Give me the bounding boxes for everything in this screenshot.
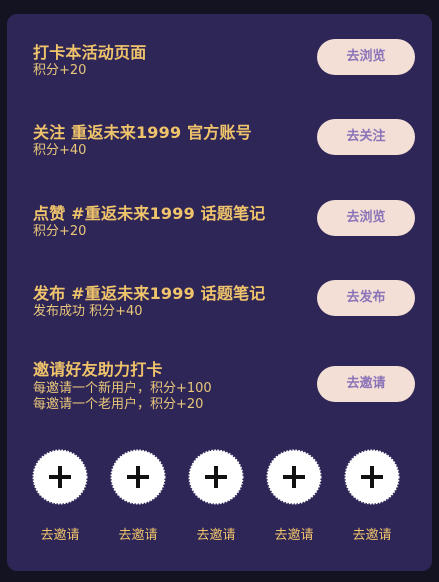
task-reward-new-user: 每邀请一个新用户，积分+100 xyxy=(33,381,212,396)
task-title: 点赞 #重返未来1999 话题笔记 xyxy=(33,204,266,223)
invite-slot[interactable]: 去邀请 xyxy=(108,449,168,543)
task-reward: 积分+40 xyxy=(33,143,87,158)
plus-icon[interactable] xyxy=(110,449,166,505)
plus-icon[interactable] xyxy=(344,449,400,505)
task-reward: 积分+20 xyxy=(33,224,87,239)
invite-slot[interactable]: 去邀请 xyxy=(264,449,324,543)
invite-slot-label: 去邀请 xyxy=(40,528,80,543)
invite-slot-label: 去邀请 xyxy=(196,528,236,543)
invite-slot[interactable]: 去邀请 xyxy=(186,449,246,543)
plus-icon[interactable] xyxy=(266,449,322,505)
task-title: 打卡本活动页面 xyxy=(33,43,147,62)
invite-slot-label: 去邀请 xyxy=(352,528,392,543)
plus-icon[interactable] xyxy=(188,449,244,505)
invite-slot[interactable]: 去邀请 xyxy=(30,449,90,543)
task-panel: 打卡本活动页面 积分+20 去浏览 关注 重返未来1999 官方账号 积分+40… xyxy=(7,14,432,571)
task-reward: 积分+20 xyxy=(33,63,87,78)
browse-button[interactable]: 去浏览 xyxy=(317,200,415,236)
task-reward: 发布成功 积分+40 xyxy=(33,304,143,319)
task-title: 关注 重返未来1999 官方账号 xyxy=(33,123,252,142)
invite-slot[interactable]: 去邀请 xyxy=(342,449,402,543)
plus-icon[interactable] xyxy=(32,449,88,505)
invite-slot-label: 去邀请 xyxy=(274,528,314,543)
invite-slot-label: 去邀请 xyxy=(118,528,158,543)
browse-button[interactable]: 去浏览 xyxy=(317,39,415,75)
task-title: 发布 #重返未来1999 话题笔记 xyxy=(33,284,266,303)
task-title: 邀请好友助力打卡 xyxy=(33,360,163,379)
publish-button[interactable]: 去发布 xyxy=(317,280,415,316)
follow-button[interactable]: 去关注 xyxy=(317,119,415,155)
invite-button[interactable]: 去邀请 xyxy=(317,366,415,402)
task-reward-old-user: 每邀请一个老用户，积分+20 xyxy=(33,397,204,412)
